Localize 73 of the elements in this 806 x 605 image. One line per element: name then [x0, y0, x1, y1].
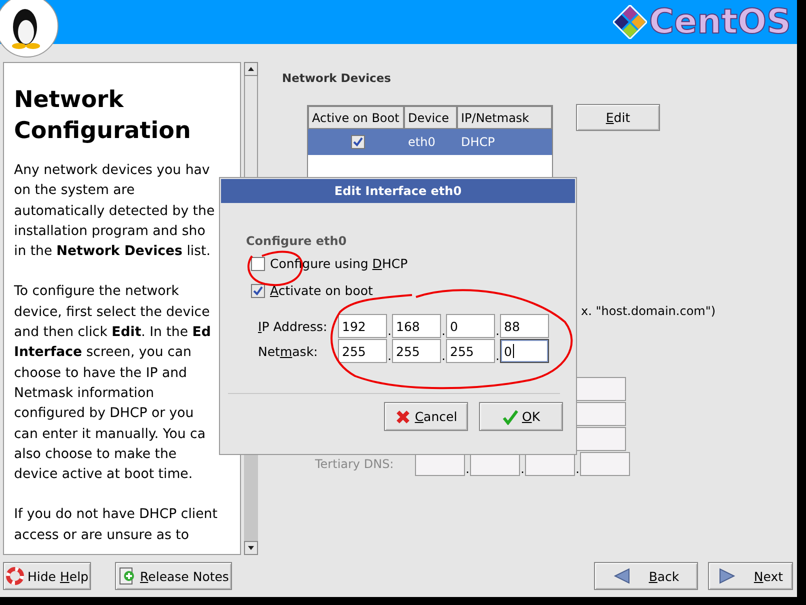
- help-text-line: Any network devices you hav: [14, 162, 210, 180]
- separator-dot: .: [387, 324, 392, 338]
- back-button[interactable]: Back: [594, 562, 698, 590]
- help-text-line: installation program and sho: [14, 222, 206, 241]
- table-row[interactable]: eth0 DHCP: [308, 129, 552, 155]
- separator-dot: .: [441, 349, 446, 363]
- column-header: Active on Boot: [308, 106, 404, 129]
- help-text-line: also choose to make the: [14, 446, 177, 464]
- help-text-line: Interface screen, you can: [14, 344, 192, 362]
- field-label: Netmask:: [258, 344, 319, 358]
- help-text-line: Netmask information: [14, 384, 154, 403]
- help-text-line: in the Network Devices list.: [14, 243, 210, 262]
- help-text-line: device active at boot time.: [14, 466, 193, 484]
- input-field[interactable]: [576, 402, 626, 426]
- back-arrow-icon: [612, 567, 631, 585]
- hostname-hint: x. "host.domain.com"): [581, 304, 717, 320]
- help-text-line: choose to have the IP and: [14, 364, 188, 383]
- bird-logo-icon: [0, 0, 59, 58]
- help-text-line: automatically detected by the: [14, 202, 215, 221]
- next-arrow-icon: [718, 567, 736, 585]
- separator-dot: .: [495, 349, 500, 363]
- input-field[interactable]: [580, 452, 630, 476]
- help-text-line: configured by DHCP or you: [14, 405, 194, 424]
- input-field[interactable]: 255: [446, 339, 495, 363]
- help-title: Network Configuration: [14, 86, 192, 146]
- next-button[interactable]: Next: [708, 562, 793, 590]
- input-field[interactable]: 0: [500, 339, 549, 363]
- notes-button[interactable]: Release Notes: [115, 562, 232, 590]
- help-text-line: If you do not have DHCP client: [14, 506, 218, 524]
- checkbox[interactable]: [251, 256, 265, 270]
- column-header: Device: [404, 106, 457, 129]
- table-cell-text: eth0: [407, 135, 436, 149]
- separator-dot: .: [387, 349, 392, 363]
- help-text-line: access or are unsure as to: [14, 526, 190, 545]
- help-text-line: can enter it manually. You ca: [14, 426, 206, 444]
- document-plus-icon: [118, 567, 136, 585]
- close-icon: [394, 408, 411, 424]
- separator-dot: .: [575, 462, 580, 476]
- ok-button[interactable]: OK: [479, 402, 563, 431]
- column-header: IP/Netmask: [457, 106, 552, 129]
- help-text-line: device, first select the device: [14, 304, 210, 322]
- input-field[interactable]: [576, 427, 626, 451]
- input-field[interactable]: 255: [392, 339, 441, 363]
- checkbox[interactable]: [251, 284, 265, 298]
- help-text-line: on the system are: [14, 182, 135, 200]
- dialog-title: Edit Interface eth0: [221, 179, 575, 203]
- input-field[interactable]: 192: [338, 314, 387, 338]
- table-cell-text: DHCP: [460, 135, 496, 149]
- input-field[interactable]: 0: [446, 314, 495, 338]
- edit-button[interactable]: Edit: [576, 104, 660, 131]
- field-label: Tertiary DNS:: [315, 457, 395, 471]
- help-text-line: To configure the network: [14, 283, 179, 302]
- help-text-line: and then click Edit. In the Ed: [14, 324, 211, 342]
- separator-dot: .: [520, 462, 525, 476]
- checkbox[interactable]: [351, 135, 365, 149]
- input-field[interactable]: 88: [500, 314, 549, 338]
- separator-dot: .: [495, 324, 500, 338]
- checkbox-label: Activate on boot: [270, 283, 373, 298]
- separator-dot: .: [441, 324, 446, 338]
- section-label: Configure eth0: [246, 234, 348, 250]
- field-label: IP Address:: [258, 318, 328, 334]
- section-label: Network Devices: [282, 71, 392, 87]
- input-field[interactable]: 255: [338, 339, 387, 363]
- checkmark-icon: [502, 408, 518, 424]
- scroll-down-icon: [244, 541, 258, 555]
- lifebuoy-icon: [6, 567, 24, 585]
- brand-name: CentOS: [649, 2, 791, 42]
- input-field[interactable]: [576, 377, 626, 401]
- help-button[interactable]: Hide Help: [3, 562, 91, 590]
- separator-dot: .: [465, 462, 470, 476]
- pinwheel-logo-icon: [613, 5, 648, 39]
- cancel-button[interactable]: Cancel: [384, 402, 468, 431]
- input-field[interactable]: 168: [392, 314, 441, 338]
